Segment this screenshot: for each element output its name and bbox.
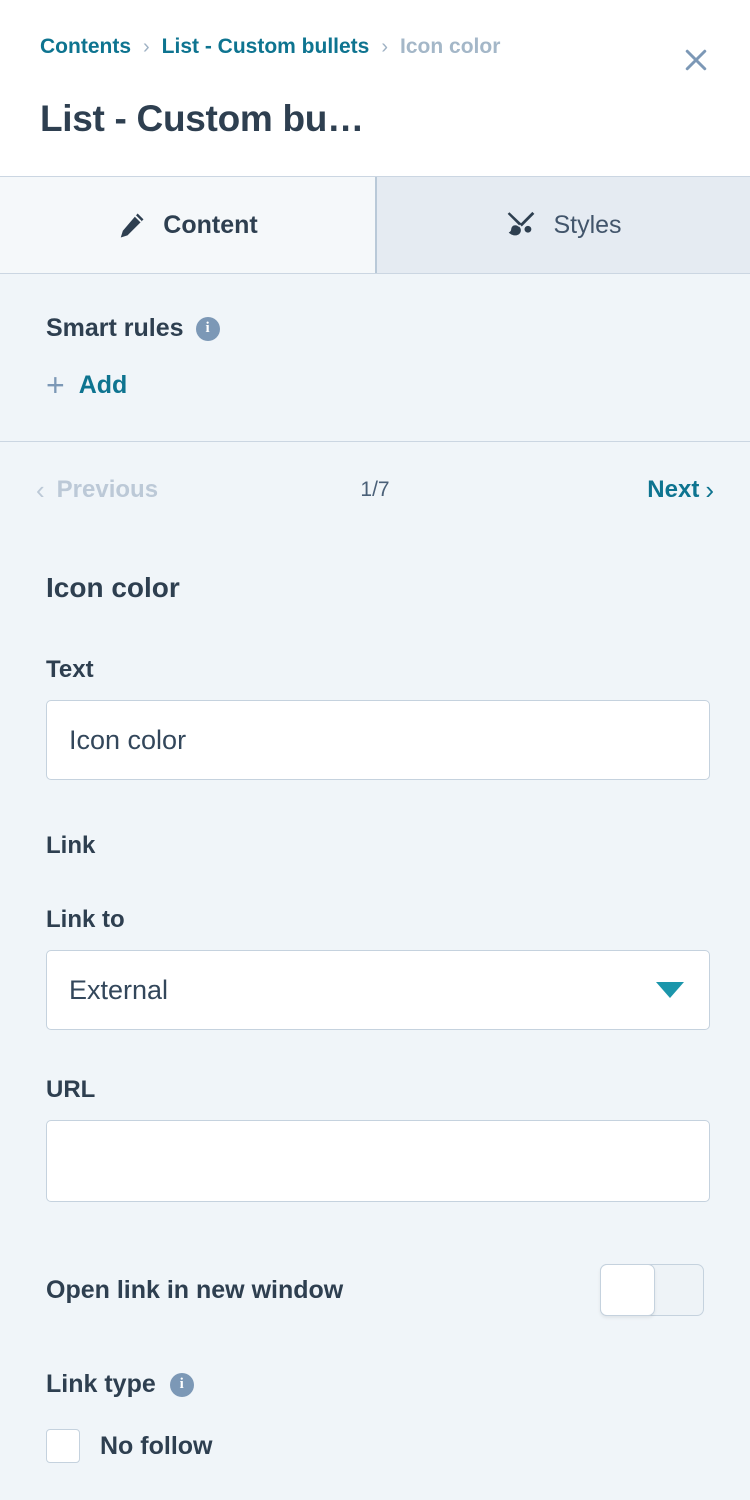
close-button[interactable]	[674, 38, 718, 82]
tab-content[interactable]: Content	[0, 177, 375, 273]
next-label: Next	[647, 476, 700, 503]
tab-bar: Content Styles	[0, 176, 750, 274]
info-icon[interactable]: i	[195, 316, 220, 341]
url-input[interactable]	[46, 1120, 710, 1202]
text-input[interactable]	[46, 700, 710, 780]
link-to-label: Link to	[46, 906, 125, 933]
next-button[interactable]: Next ›	[647, 476, 714, 504]
breadcrumb-item-icon-color: Icon color	[400, 35, 501, 58]
no-follow-checkbox[interactable]	[46, 1429, 80, 1463]
breadcrumb-item-list-custom-bullets[interactable]: List - Custom bullets	[162, 36, 370, 57]
add-smart-rule-label: Add	[78, 370, 128, 399]
close-icon	[681, 45, 711, 75]
add-smart-rule-button[interactable]: + Add	[46, 369, 704, 401]
previous-label: Previous	[56, 476, 159, 503]
previous-button[interactable]: ‹ Previous	[36, 476, 158, 504]
paintbrush-icon	[505, 209, 537, 241]
page-title: List - Custom bu…	[40, 98, 364, 139]
no-follow-row[interactable]: No follow	[46, 1429, 704, 1463]
open-link-new-window-label: Open link in new window	[46, 1275, 344, 1304]
breadcrumb-separator-icon: ›	[143, 35, 150, 58]
chevron-left-icon: ‹	[36, 475, 45, 505]
editor-panel: Smart rules i + Add ‹ Previous 1/7 Next …	[0, 274, 750, 1463]
text-field-label: Text	[46, 656, 94, 683]
link-type-label: Link type	[46, 1370, 156, 1398]
module-form: Icon color Text Link Link to External UR…	[0, 572, 750, 1463]
link-to-select[interactable]: External	[46, 950, 710, 1030]
breadcrumb-item-contents[interactable]: Contents	[40, 36, 131, 57]
tab-content-label: Content	[163, 210, 258, 239]
url-field-label: URL	[46, 1076, 96, 1103]
open-link-new-window-row: Open link in new window	[46, 1262, 704, 1318]
chevron-right-icon: ›	[705, 475, 714, 505]
info-icon[interactable]: i	[169, 1372, 194, 1397]
toggle-knob	[600, 1264, 655, 1316]
plus-icon: +	[46, 367, 65, 403]
tab-styles-label: Styles	[553, 210, 622, 239]
link-heading: Link	[46, 832, 96, 859]
breadcrumb: Contents › List - Custom bullets › Icon …	[40, 0, 710, 57]
link-to-selected-value: External	[69, 974, 169, 1005]
tab-styles[interactable]: Styles	[375, 177, 750, 273]
pencil-icon	[117, 210, 147, 240]
smart-rules-heading: Smart rules i	[46, 314, 704, 343]
module-pager: ‹ Previous 1/7 Next ›	[0, 442, 750, 538]
breadcrumb-separator-icon: ›	[381, 35, 389, 58]
link-to-select-wrapper: External	[46, 950, 710, 1030]
section-title: Icon color	[46, 572, 180, 603]
smart-rules-label: Smart rules	[46, 314, 184, 342]
link-type-heading: Link type i	[46, 1370, 704, 1399]
panel-header: Contents › List - Custom bullets › Icon …	[0, 0, 750, 176]
smart-rules-section: Smart rules i + Add	[0, 274, 750, 442]
open-link-new-window-toggle[interactable]	[600, 1264, 704, 1316]
no-follow-label: No follow	[100, 1431, 213, 1460]
